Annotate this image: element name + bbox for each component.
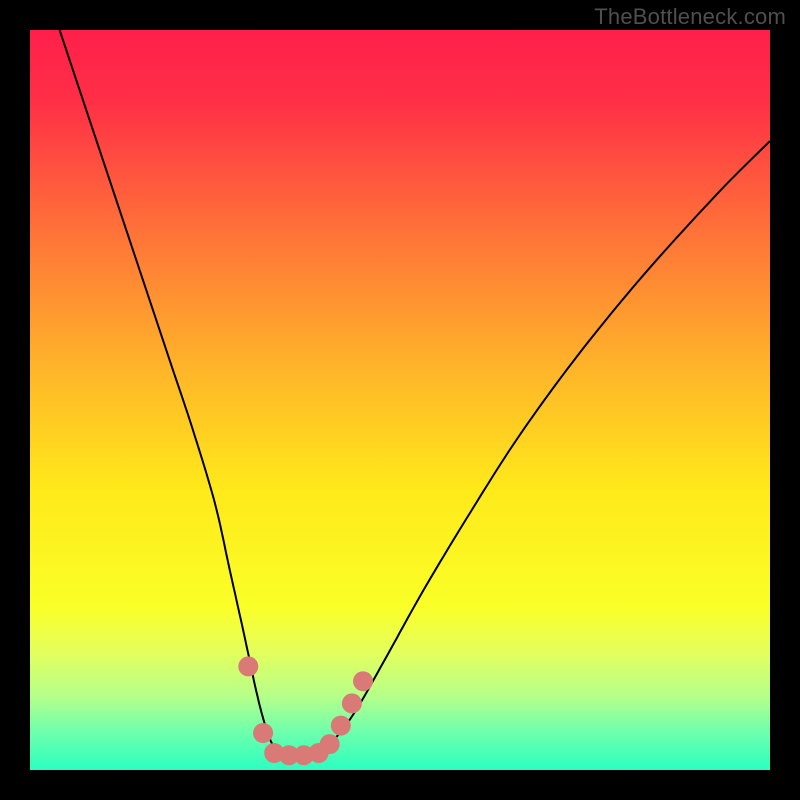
highlight-dot [320,734,340,754]
highlight-dot [353,671,373,691]
watermark-text: TheBottleneck.com [594,4,786,30]
marker-layer [30,30,770,770]
highlight-dot [342,693,362,713]
chart-frame: TheBottleneck.com [0,0,800,800]
highlight-dots [238,656,373,765]
highlight-dot [253,723,273,743]
highlight-dot [331,716,351,736]
highlight-dot [238,656,258,676]
plot-area [30,30,770,770]
